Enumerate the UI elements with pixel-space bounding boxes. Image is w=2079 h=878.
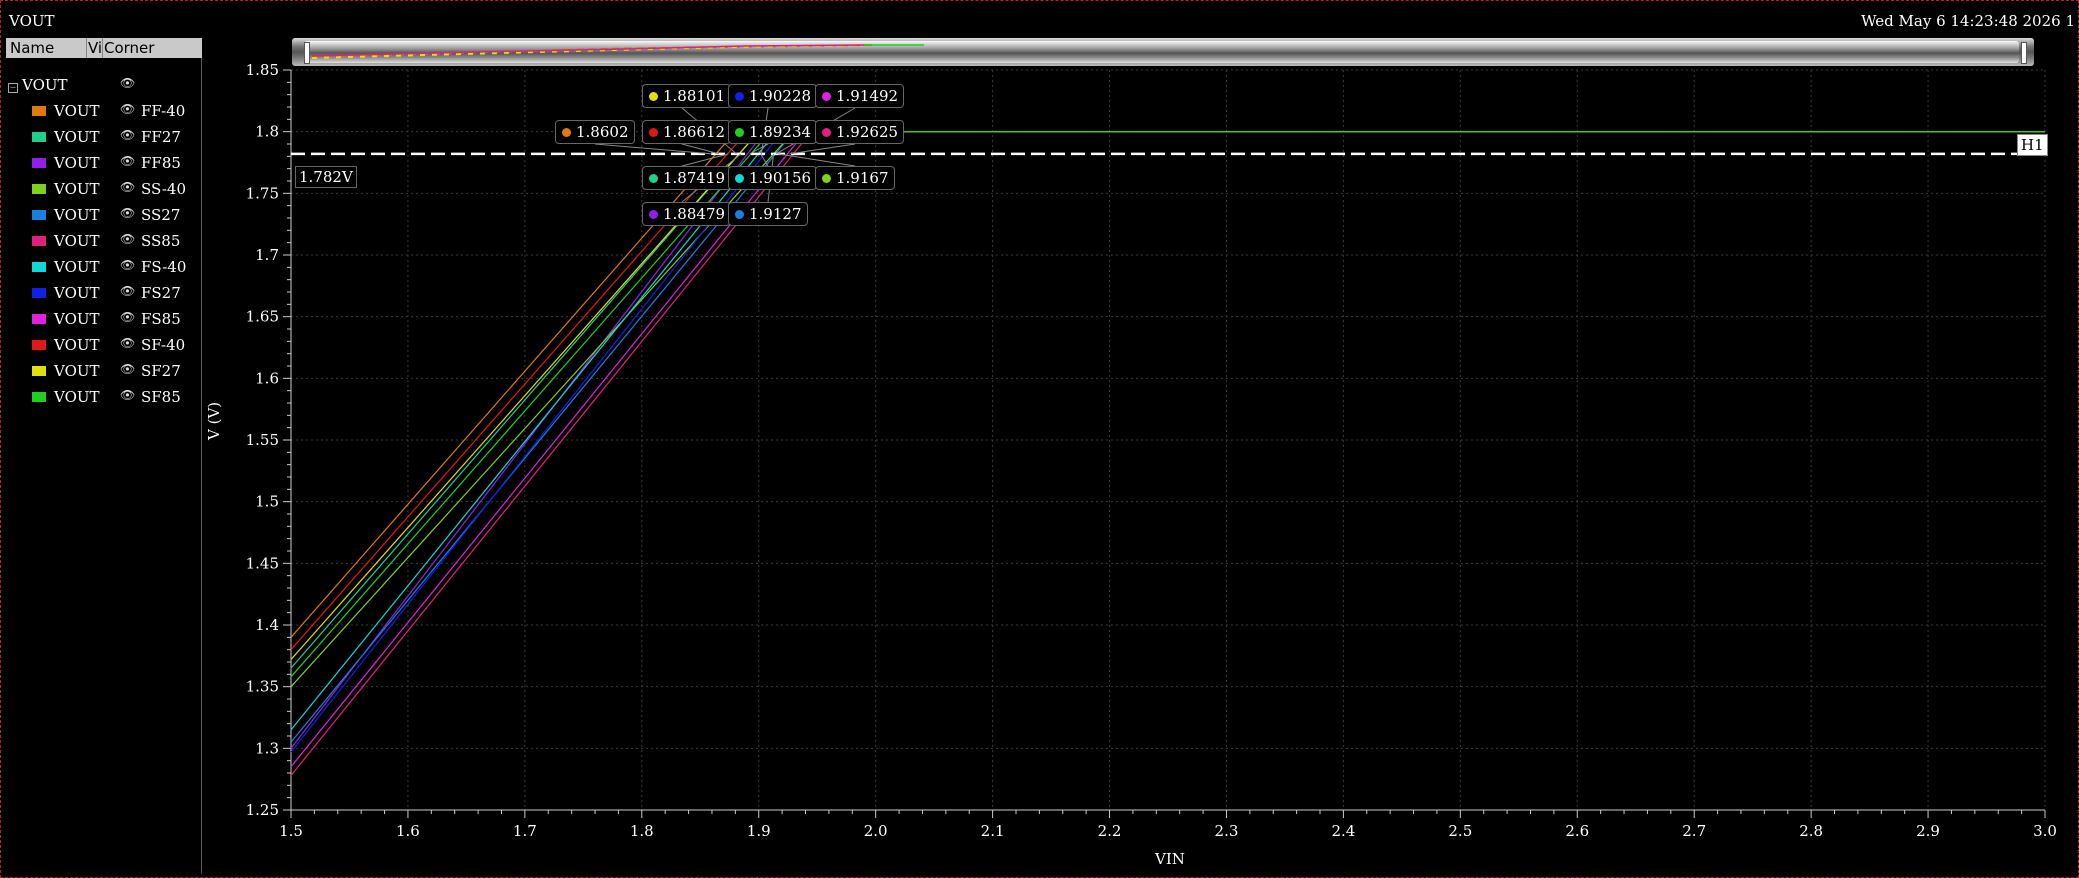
marker-value: 1.88479: [663, 205, 726, 223]
y-tick-label: 1.5: [255, 493, 279, 511]
point-marker-label[interactable]: 1.88479: [642, 202, 732, 226]
series-line: [290, 131, 2045, 688]
marker-dot: [735, 128, 744, 137]
y-axis-label: V (V): [205, 401, 223, 440]
marker-value: 1.89234: [749, 123, 812, 141]
point-marker-label[interactable]: 1.86612: [642, 120, 732, 144]
marker-value: 1.9167: [836, 169, 889, 187]
series-line: [290, 131, 2045, 638]
y-tick-label: 1.55: [246, 431, 279, 449]
marker-value: 1.8602: [576, 123, 629, 141]
marker-value: 1.92625: [836, 123, 899, 141]
x-tick-label: 1.9: [747, 822, 771, 840]
point-marker-label[interactable]: 1.89234: [728, 120, 818, 144]
series-line: [290, 131, 2045, 776]
x-tick-label: 2.7: [1682, 822, 1706, 840]
marker-dot: [649, 210, 658, 219]
marker-value: 1.90156: [749, 169, 812, 187]
x-tick-label: 2.1: [981, 822, 1005, 840]
marker-dot: [822, 174, 831, 183]
x-tick-label: 2.6: [1565, 822, 1589, 840]
marker-dot: [735, 210, 744, 219]
x-tick-label: 1.7: [513, 822, 537, 840]
point-marker-label[interactable]: 1.88101: [642, 84, 732, 108]
point-marker-label[interactable]: 1.8602: [555, 120, 635, 144]
marker-value: 1.87419: [663, 169, 726, 187]
x-axis-label: VIN: [1155, 850, 1185, 868]
x-tick-label: 1.5: [279, 822, 303, 840]
x-tick-label: 2.0: [864, 822, 888, 840]
marker-dot: [735, 92, 744, 101]
hmarker-name[interactable]: H1: [2017, 134, 2048, 156]
y-tick-label: 1.65: [246, 308, 279, 326]
point-marker-label[interactable]: 1.9167: [815, 166, 895, 190]
marker-leader-line: [778, 153, 856, 167]
marker-leader-line: [789, 143, 856, 155]
marker-dot: [649, 92, 658, 101]
x-tick-label: 2.3: [1215, 822, 1239, 840]
series-line: [290, 131, 2045, 743]
point-marker-label[interactable]: 1.90156: [728, 166, 818, 190]
y-tick-label: 1.7: [255, 246, 279, 264]
x-tick-label: 2.2: [1098, 822, 1122, 840]
marker-dot: [822, 92, 831, 101]
plot-area[interactable]: 1.5 1.6 1.7 1.8 1.9 2.0 2.1 2.2 2.3 2.4 2.5 2.6 2.7 2…: [0, 0, 2079, 878]
point-marker-label[interactable]: 1.91492: [815, 84, 905, 108]
y-tick-label: 1.25: [246, 801, 279, 819]
y-tick-label: 1.3: [255, 739, 279, 757]
point-marker-label[interactable]: 1.90228: [728, 84, 818, 108]
marker-dot: [649, 174, 658, 183]
y-tick-label: 1.45: [246, 554, 279, 572]
y-tick-label: 1.85: [246, 61, 279, 79]
marker-leader-line: [594, 143, 713, 155]
y-tick-label: 1.35: [246, 678, 279, 696]
x-tick-label: 2.4: [1331, 822, 1355, 840]
point-marker-label[interactable]: 1.87419: [642, 166, 732, 190]
x-tick-label: 1.6: [396, 822, 420, 840]
marker-dot: [649, 128, 658, 137]
x-tick-label: 2.5: [1448, 822, 1472, 840]
marker-dot: [562, 128, 571, 137]
x-tick-label: 1.8: [630, 822, 654, 840]
series-line: [290, 131, 2045, 678]
marker-value: 1.90228: [749, 87, 812, 105]
marker-value: 1.86612: [663, 123, 726, 141]
marker-dot: [735, 174, 744, 183]
marker-value: 1.91492: [836, 87, 899, 105]
point-marker-label[interactable]: 1.9127: [728, 202, 808, 226]
point-marker-label[interactable]: 1.92625: [815, 120, 905, 144]
x-tick-label: 2.8: [1799, 822, 1823, 840]
hmarker-value[interactable]: 1.782V: [295, 166, 357, 188]
marker-dot: [822, 128, 831, 137]
y-tick-label: 1.4: [255, 616, 279, 634]
y-tick-label: 1.8: [255, 123, 279, 141]
marker-value: 1.9127: [749, 205, 802, 223]
x-tick-label: 3.0: [2033, 822, 2057, 840]
y-tick-label: 1.6: [255, 369, 279, 387]
series-line: [290, 131, 2045, 731]
series-line: [290, 131, 2045, 669]
x-tick-label: 2.9: [1916, 822, 1940, 840]
series-line: [290, 131, 2045, 651]
y-tick-label: 1.75: [246, 184, 279, 202]
marker-value: 1.88101: [663, 87, 726, 105]
